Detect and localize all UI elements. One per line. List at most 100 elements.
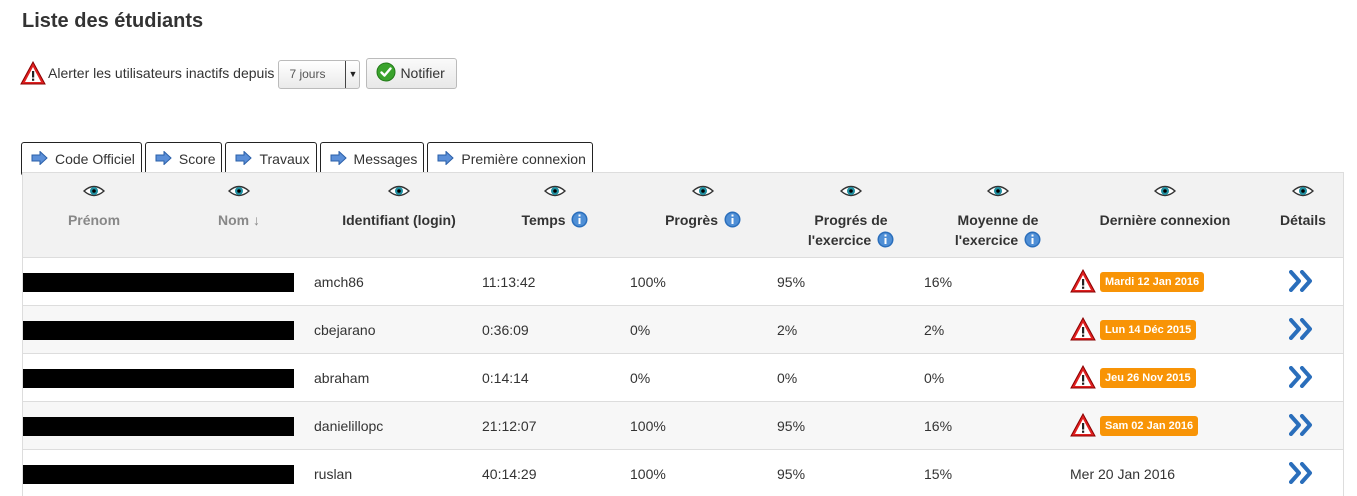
column-header-moyenne-exercice[interactable]: Moyenne de l'exercice (928, 173, 1068, 259)
eye-icon[interactable] (387, 184, 411, 201)
tab-score[interactable]: Score (144, 142, 223, 176)
tab-travaux[interactable]: Travaux (225, 142, 317, 176)
double-chevron-right-icon[interactable] (1289, 318, 1315, 343)
info-icon[interactable] (877, 231, 894, 253)
moyenne-cell: 2% (924, 322, 945, 338)
status-badge: Sam 02 Jan 2016 (1100, 416, 1199, 436)
warning-icon (1070, 412, 1096, 440)
arrow-right-icon (31, 149, 48, 168)
derniere-connexion-cell: Sam 02 Jan 2016 (1070, 402, 1199, 450)
column-label: l'exercice (954, 232, 1019, 248)
double-chevron-right-icon[interactable] (1289, 366, 1315, 391)
tab-label: Messages (353, 151, 418, 167)
page-title: Liste des étudiants (22, 10, 204, 32)
column-header-progres[interactable]: Progrès (633, 173, 773, 259)
progres-exercice-cell: 95% (777, 418, 806, 434)
redacted-name (23, 465, 294, 484)
warning-icon (1070, 364, 1096, 392)
progres-exercice-cell: 2% (777, 322, 798, 338)
eye-icon[interactable] (543, 184, 567, 201)
column-label: Moyenne de (957, 212, 1039, 228)
info-icon[interactable] (571, 211, 588, 233)
progres-exercice-cell: 0% (777, 370, 798, 386)
double-chevron-right-icon[interactable] (1289, 270, 1315, 295)
double-chevron-right-icon[interactable] (1289, 414, 1315, 439)
tab-premiere-connexion[interactable]: Première connexion (427, 142, 593, 176)
login-cell: amch86 (314, 274, 364, 290)
column-label: Progrès (665, 212, 719, 228)
redacted-name (23, 369, 294, 388)
info-icon[interactable] (724, 211, 741, 233)
column-header-progres-exercice[interactable]: Progrés de l'exercice (781, 173, 921, 259)
moyenne-cell: 16% (924, 274, 953, 290)
table-row: amch86 11:13:42 100% 95% 16% Mardi 12 Ja… (23, 258, 1343, 306)
moyenne-cell: 15% (924, 466, 953, 482)
students-table: Prénom Nom ↓ Identifiant (login) Temps P… (22, 172, 1344, 496)
progres-cell: 0% (630, 322, 651, 338)
warning-icon (1070, 268, 1096, 296)
derniere-connexion-cell: Jeu 26 Nov 2015 (1070, 354, 1196, 402)
table-header: Prénom Nom ↓ Identifiant (login) Temps P… (23, 172, 1343, 258)
column-label: Temps (521, 212, 566, 228)
status-badge: Mardi 12 Jan 2016 (1100, 272, 1205, 292)
redacted-name (23, 273, 294, 292)
progres-cell: 0% (630, 370, 651, 386)
column-header-derniere-connexion[interactable]: Dernière connexion (1080, 173, 1250, 259)
column-header-login[interactable]: Identifiant (login) (314, 173, 484, 259)
eye-icon[interactable] (227, 184, 251, 201)
moyenne-cell: 16% (924, 418, 953, 434)
progres-exercice-cell: 95% (777, 466, 806, 482)
inactivity-period-select[interactable]: 7 jours ▼ (278, 59, 361, 89)
tab-code-officiel[interactable]: Code Officiel (21, 142, 142, 176)
column-label: Prénom (67, 212, 121, 228)
column-group-tabs: Code Officiel Score Travaux Messages Pre… (21, 142, 596, 176)
column-label: Détails (1280, 212, 1326, 228)
table-row: cbejarano 0:36:09 0% 2% 2% Lun 14 Déc 20… (23, 306, 1343, 354)
temps-cell: 0:36:09 (482, 322, 529, 338)
chevron-down-icon: ▼ (345, 60, 359, 88)
double-chevron-right-icon[interactable] (1289, 462, 1315, 487)
column-header-details[interactable]: Détails (1265, 173, 1341, 259)
status-badge: Jeu 26 Nov 2015 (1100, 368, 1196, 388)
table-row: abraham 0:14:14 0% 0% 0% Jeu 26 Nov 2015 (23, 354, 1343, 402)
column-header-temps[interactable]: Temps (489, 173, 621, 259)
arrow-right-icon (330, 149, 347, 168)
column-label: Identifiant (login) (342, 212, 456, 228)
column-header-prenom[interactable]: Prénom (23, 173, 165, 259)
tab-label: Première connexion (461, 151, 586, 167)
arrow-right-icon (235, 149, 253, 168)
notify-button[interactable]: Notifier (366, 57, 457, 89)
redacted-name (23, 417, 294, 436)
info-icon[interactable] (1024, 231, 1041, 253)
eye-icon[interactable] (1291, 184, 1315, 201)
derniere-connexion-cell: Mardi 12 Jan 2016 (1070, 258, 1205, 306)
eye-icon[interactable] (82, 184, 106, 201)
select-value: 7 jours (289, 67, 326, 81)
arrow-right-icon (437, 149, 455, 168)
column-label: Progrés de (814, 212, 888, 228)
eye-icon[interactable] (986, 184, 1010, 201)
temps-cell: 40:14:29 (482, 466, 537, 482)
tab-label: Travaux (259, 151, 310, 167)
warning-icon (1070, 316, 1096, 344)
progres-cell: 100% (630, 466, 666, 482)
progres-exercice-cell: 95% (777, 274, 806, 290)
column-label: Dernière connexion (1099, 212, 1231, 228)
arrow-right-icon (155, 149, 172, 168)
login-cell: cbejarano (314, 322, 376, 338)
login-cell: danielillopc (314, 418, 384, 434)
moyenne-cell: 0% (924, 370, 945, 386)
derniere-connexion-cell: Mer 20 Jan 2016 (1070, 466, 1176, 482)
eye-icon[interactable] (691, 184, 715, 201)
tab-label: Code Officiel (55, 151, 135, 167)
column-header-nom[interactable]: Nom ↓ (168, 173, 310, 259)
eye-icon[interactable] (839, 184, 863, 201)
login-cell: abraham (314, 370, 370, 386)
inactive-alert-label: Alerter les utilisateurs inactifs depuis (48, 65, 275, 81)
inactive-alert-row: Alerter les utilisateurs inactifs depuis… (20, 57, 457, 89)
temps-cell: 21:12:07 (482, 418, 537, 434)
tab-messages[interactable]: Messages (319, 142, 425, 176)
status-badge: Lun 14 Déc 2015 (1100, 320, 1197, 340)
temps-cell: 0:14:14 (482, 370, 529, 386)
eye-icon[interactable] (1153, 184, 1177, 201)
